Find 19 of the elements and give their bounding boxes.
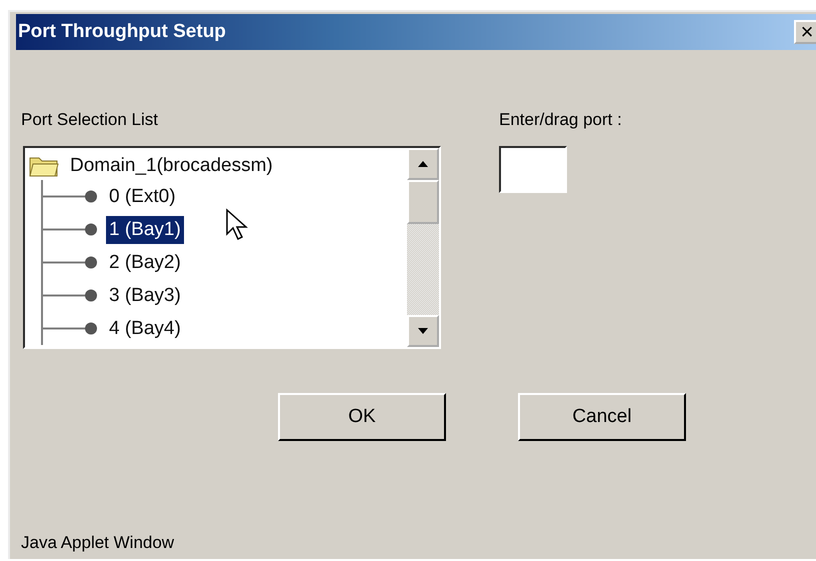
port-label: Enter/drag port : bbox=[499, 110, 622, 131]
close-button[interactable]: × bbox=[794, 20, 816, 44]
scroll-thumb[interactable] bbox=[407, 180, 439, 224]
scroll-up-icon[interactable] bbox=[407, 148, 439, 180]
tree-node[interactable]: Domain_1(brocadessm) bbox=[67, 152, 276, 180]
dialog-button[interactable]: OK bbox=[278, 393, 446, 441]
tree-node[interactable]: 4 (Bay4) bbox=[106, 314, 184, 342]
tree-node[interactable]: 3 (Bay3) bbox=[106, 282, 184, 310]
scroll-down-icon[interactable] bbox=[407, 315, 439, 347]
port-input-field[interactable] bbox=[499, 146, 567, 193]
window-title: Port Throughput Setup bbox=[18, 21, 226, 43]
tree-node[interactable]: 0 (Ext0) bbox=[106, 182, 179, 210]
scrollbar[interactable] bbox=[407, 148, 439, 347]
tree-node[interactable]: 1 (Bay1) bbox=[106, 216, 184, 244]
tree-node[interactable]: 2 (Bay2) bbox=[106, 248, 184, 276]
mouse-pointer-icon bbox=[225, 208, 251, 242]
dialog-button[interactable]: Cancel bbox=[518, 393, 686, 441]
status-text: Java Applet Window bbox=[21, 533, 176, 554]
list-label: Port Selection List bbox=[21, 110, 160, 131]
